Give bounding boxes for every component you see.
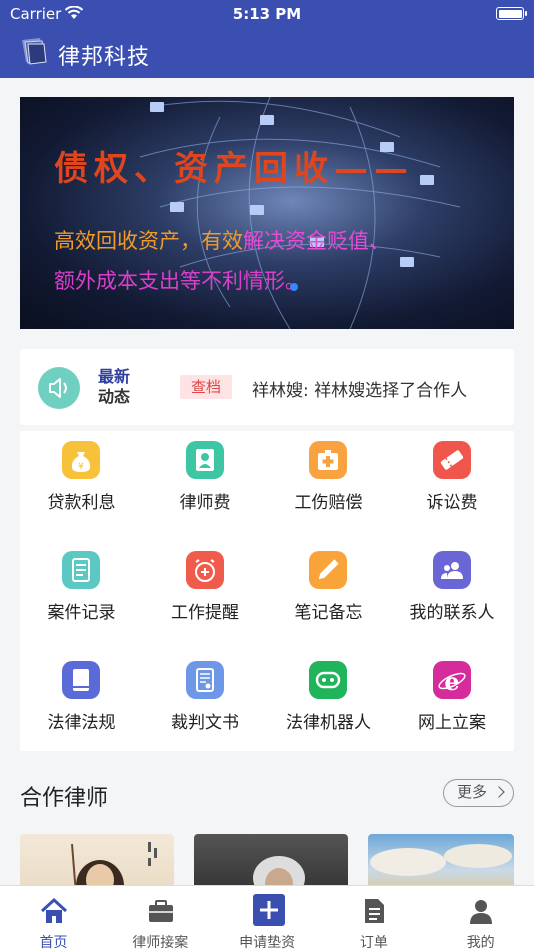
grid-item-label: 律师费 [179, 493, 231, 513]
grid-item[interactable]: 案件记录 [20, 541, 143, 651]
tab-order-list[interactable]: 订单 [320, 886, 427, 950]
lawyer-icon [185, 441, 224, 479]
banner-line-1: 高效回收资产，有效解决资金贬值、 [54, 229, 390, 253]
battery-icon [496, 7, 527, 20]
briefcase-icon [146, 896, 176, 926]
contacts-icon [432, 551, 471, 589]
grid-item[interactable]: 诉讼费 [391, 431, 514, 541]
plus-icon [252, 894, 285, 926]
feature-grid: ¥ 贷款利息 律师费 工伤赔偿 诉讼费案件记录 工作提醒 笔记备忘 我的联系人法律法规 裁判文书… [20, 431, 514, 751]
tab-label: 我的 [466, 935, 495, 950]
app-logo-icon [22, 38, 47, 65]
pencil-icon [309, 551, 347, 589]
grid-item[interactable]: e 网上立案 [391, 651, 514, 761]
tab-label: 律师接案 [132, 935, 189, 950]
grid-item[interactable]: 工伤赔偿 [267, 431, 390, 541]
news-category-badge: 查档 [180, 375, 232, 399]
svg-text:¥: ¥ [78, 462, 84, 472]
banner-line-2: 额外成本支出等不利情形。 [54, 269, 306, 293]
grid-item-label: 诉讼费 [426, 493, 478, 513]
tab-briefcase[interactable]: 律师接案 [107, 886, 214, 950]
app-title: 律邦科技 [58, 45, 151, 70]
more-button[interactable]: 更多 [443, 779, 514, 807]
grid-item-label: 法律机器人 [286, 713, 371, 733]
judgment-doc-icon [185, 661, 224, 699]
grid-item-label: 工伤赔偿 [294, 493, 363, 513]
alarm-clock-icon [185, 551, 224, 589]
news-ticker[interactable]: 最新 动态 查档 祥林嫂: 祥林嫂选择了合作人 [20, 349, 514, 425]
grid-item-label: 法律法规 [47, 713, 116, 733]
tab-label: 订单 [359, 935, 388, 950]
book-icon [62, 661, 100, 699]
tab-home[interactable]: 首页 [0, 886, 107, 950]
order-list-icon [359, 896, 389, 926]
speaker-icon [38, 367, 80, 409]
status-bar: Carrier 5:13 PM [0, 0, 534, 28]
ticket-icon [432, 441, 471, 479]
top-bar: Carrier 5:13 PM 律邦科技 [0, 0, 534, 78]
clock: 5:13 PM [232, 5, 302, 23]
partners-section-title: 合作律师 [20, 786, 109, 811]
grid-item-label: 工作提醒 [171, 603, 239, 623]
grid-item-label: 贷款利息 [47, 493, 116, 513]
medical-kit-icon [309, 441, 347, 479]
grid-item[interactable]: 我的联系人 [391, 541, 514, 651]
internet-explorer-icon: e [432, 661, 471, 699]
nav-bar: 律邦科技 [0, 30, 534, 74]
robot-icon [309, 661, 347, 699]
chevron-right-icon [493, 786, 505, 798]
news-section-label: 最新 动态 [98, 367, 131, 406]
grid-item[interactable]: 律师费 [144, 431, 267, 541]
tab-bar: 首页 律师接案 申请垫资 订单 我的 [0, 885, 534, 950]
grid-item[interactable]: ¥ 贷款利息 [20, 431, 143, 541]
grid-item-label: 案件记录 [47, 603, 116, 623]
home-icon [39, 896, 69, 926]
grid-item[interactable]: 工作提醒 [144, 541, 267, 651]
grid-item-label: 笔记备忘 [294, 603, 363, 623]
money-bag-icon: ¥ [62, 441, 100, 479]
banner-headline: 债权、资产回收—— [54, 149, 414, 189]
tab-user[interactable]: 我的 [427, 886, 534, 950]
user-icon [466, 896, 496, 926]
grid-item[interactable]: 裁判文书 [144, 651, 267, 761]
promo-banner[interactable]: 债权、资产回收—— 高效回收资产，有效解决资金贬值、 额外成本支出等不利情形。 [20, 97, 514, 329]
grid-item-label: 网上立案 [418, 713, 486, 733]
svg-text:e: e [444, 667, 459, 696]
news-text[interactable]: 祥林嫂: 祥林嫂选择了合作人 [252, 376, 467, 401]
tab-label: 首页 [39, 935, 68, 950]
document-icon [62, 551, 100, 589]
grid-item[interactable]: 法律机器人 [267, 651, 390, 761]
grid-item-label: 我的联系人 [409, 603, 495, 623]
grid-item-label: 裁判文书 [171, 713, 239, 733]
tab-label: 申请垫资 [239, 935, 296, 950]
grid-item[interactable]: 法律法规 [20, 651, 143, 761]
tab-plus[interactable]: 申请垫资 [214, 886, 321, 950]
grid-item[interactable]: 笔记备忘 [267, 541, 390, 651]
